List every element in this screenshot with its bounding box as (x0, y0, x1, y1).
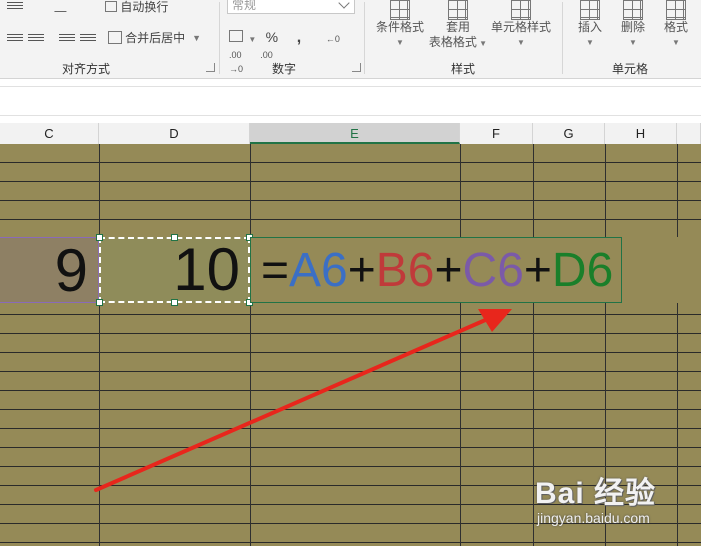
arrow-shaft (94, 316, 492, 492)
watermark-logo: Bai 经验 (535, 477, 657, 510)
baidu-jingyan-watermark: Bai 经验 jingyan.baidu.com (535, 468, 695, 530)
red-arrow-annotation (94, 309, 512, 492)
watermark-url: jingyan.baidu.com (537, 510, 650, 526)
